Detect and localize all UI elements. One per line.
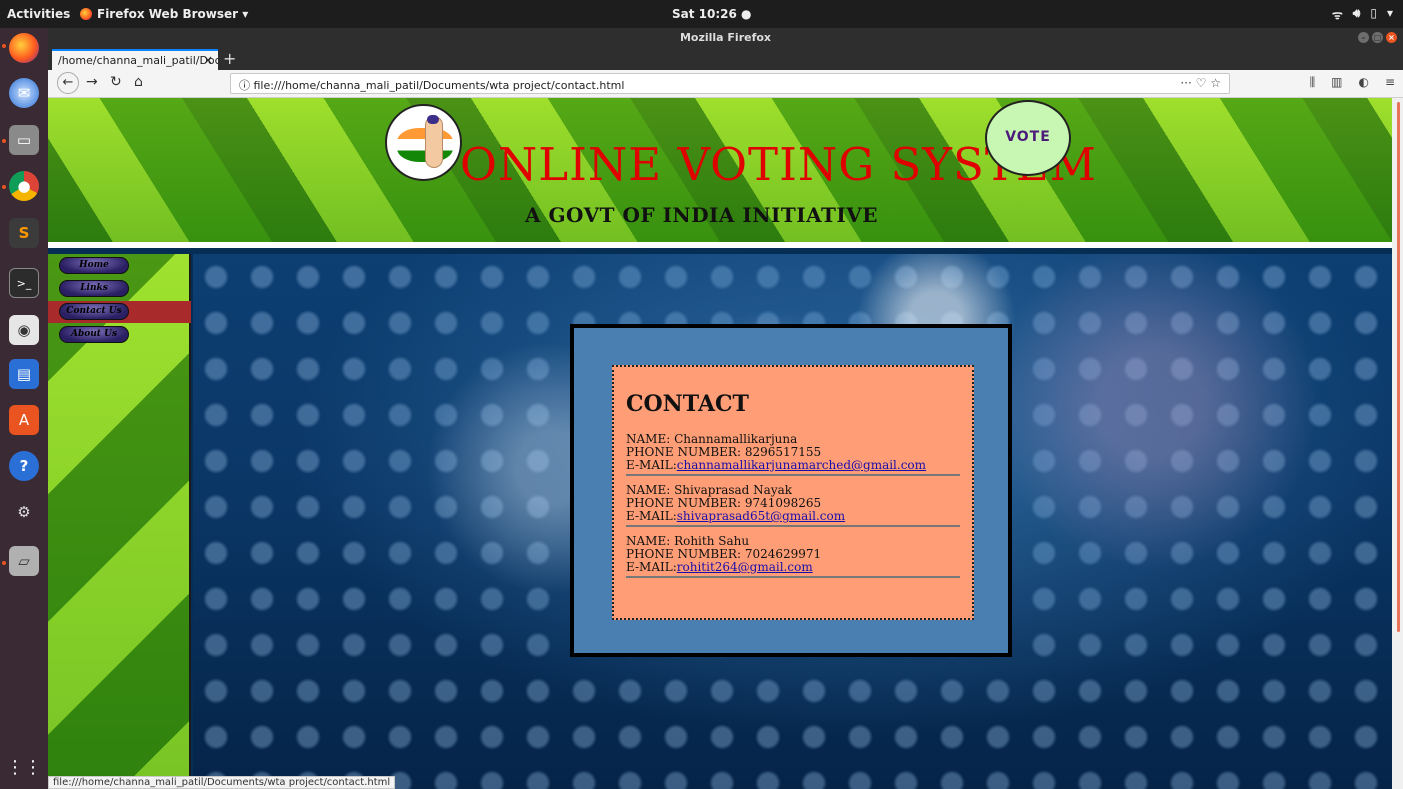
url-bar[interactable]: ⓘ file:///home/channa_mali_patil/Documen… [230,73,1230,94]
menu-caret-icon: ▾ [1386,6,1393,20]
page-actions-icon[interactable]: ··· [1180,76,1191,90]
app-menu-label: Firefox Web Browser ▾ [97,7,249,21]
contact-email-row: E-MAIL:channamallikarjunamarched@gmail.c… [626,459,960,472]
help-launcher-icon[interactable]: ? [9,451,39,481]
link-status-overlay: file:///home/channa_mali_patil/Documents… [48,776,396,789]
email-label: E-MAIL: [626,560,677,574]
contact-heading: CONTACT [626,391,749,417]
contact-email-row: E-MAIL:rohitit264@gmail.com [626,561,960,574]
library-icon[interactable]: ⫼ [1310,75,1316,90]
account-icon[interactable]: ◐ [1358,75,1368,90]
url-text: file:///home/channa_mali_patil/Documents… [253,79,625,92]
email-label: E-MAIL: [626,509,677,523]
site-subtitle: A GOVT OF INDIA INITIATIVE [525,203,879,227]
nav-link-home[interactable]: Home [59,257,129,274]
settings-launcher-icon[interactable]: ⚙ [9,497,39,527]
sidebar-nav: Home Links Contact Us About Us [48,254,191,789]
maximize-button[interactable]: □ [1372,32,1383,43]
email-link[interactable]: shivaprasad65t@gmail.com [677,509,845,523]
contact-email-row: E-MAIL:shivaprasad65t@gmail.com [626,510,960,523]
system-tray[interactable]: ᯤ 🔊︎ ▯ ▾ [1332,6,1393,23]
show-apps-icon[interactable]: ⋮⋮ [6,752,42,782]
sidebar-item-home: Home [48,255,191,277]
hamburger-menu-icon[interactable]: ≡ [1385,75,1395,90]
sidebar-item-links: Links [48,278,191,300]
scrollbar-thumb[interactable] [1397,102,1400,632]
voting-finger-logo [385,104,462,181]
email-link[interactable]: channamallikarjunamarched@gmail.com [677,458,926,472]
clock[interactable]: Sat 10:26 ● [672,7,752,21]
window-titlebar[interactable]: Mozilla Firefox – □ × [48,28,1403,48]
ink-mark-graphic [427,115,439,124]
page-viewport: ONLINE VOTING SYSTEM VOTE A GOVT OF INDI… [48,98,1392,789]
thunderbird-launcher-icon[interactable]: ✉ [9,78,39,108]
tab-close-icon[interactable]: × [203,53,213,67]
running-indicator [2,561,6,565]
running-indicator [2,44,6,48]
sidebar-item-contact: Contact Us [48,301,191,323]
bookmark-star-icon[interactable]: ☆ [1210,76,1221,90]
close-window-button[interactable]: × [1386,32,1397,43]
tab-strip: /home/channa_mali_patil/Docu × + [48,48,1403,70]
tab-title: /home/channa_mali_patil/Docu [58,54,218,67]
sublime-launcher-icon[interactable]: S [9,218,39,248]
firefox-icon [80,8,92,20]
email-link[interactable]: rohitit264@gmail.com [677,560,813,574]
running-indicator [2,185,6,189]
battery-icon: ▯ [1370,6,1377,20]
terminal-launcher-icon[interactable]: >_ [9,268,39,298]
contact-entry: NAME: Channamallikarjuna PHONE NUMBER: 8… [626,433,960,476]
minimize-button[interactable]: – [1358,32,1369,43]
home-button[interactable]: ⌂ [134,74,143,90]
navigation-bar: ← → ↻ ⌂ ⓘ file:///home/channa_mali_patil… [48,70,1403,98]
vote-badge-text: VOTE [1005,129,1051,145]
sidebar-toggle-icon[interactable]: ▥ [1331,75,1342,90]
contact-entry: NAME: Rohith Sahu PHONE NUMBER: 70246299… [626,535,960,578]
window-title: Mozilla Firefox [679,31,772,44]
nav-link-links[interactable]: Links [59,280,129,297]
back-button[interactable]: ← [57,72,79,94]
sidebar-item-about: About Us [48,324,191,346]
disk-launcher-icon[interactable]: ◉ [9,315,39,345]
scanner-launcher-icon[interactable]: ▱ [9,546,39,576]
app-menu[interactable]: Firefox Web Browser ▾ [80,7,248,21]
firefox-window: Mozilla Firefox – □ × /home/channa_mali_… [48,28,1403,789]
dock: ✉ ▭ ● S >_ ◉ ▤ A ? ⚙ ▱ ⋮⋮ [0,28,48,789]
activities-button[interactable]: Activities [7,7,70,21]
new-tab-button[interactable]: + [223,49,236,68]
contact-card: CONTACT NAME: Channamallikarjuna PHONE N… [612,365,974,620]
pocket-icon[interactable]: ♡ [1196,76,1207,90]
firefox-launcher-icon[interactable] [9,33,39,63]
chrome-launcher-icon[interactable]: ● [9,171,39,201]
nav-link-contact[interactable]: Contact Us [59,303,129,320]
volume-icon: 🔊︎ [1352,6,1361,20]
vote-badge-logo: VOTE [985,100,1071,176]
reload-button[interactable]: ↻ [110,74,122,90]
system-top-bar: Activities Firefox Web Browser ▾ Sat 10:… [0,0,1403,28]
page-scrollbar[interactable] [1392,98,1403,789]
contact-entry: NAME: Shivaprasad Nayak PHONE NUMBER: 97… [626,484,960,527]
wifi-icon: ᯤ [1331,8,1343,22]
files-launcher-icon[interactable]: ▭ [9,125,39,155]
running-indicator [2,139,6,143]
software-launcher-icon[interactable]: A [9,405,39,435]
nav-link-about[interactable]: About Us [59,326,129,343]
writer-launcher-icon[interactable]: ▤ [9,359,39,389]
contact-panel: CONTACT NAME: Channamallikarjuna PHONE N… [570,324,1012,657]
forward-button[interactable]: → [86,74,98,90]
tab-contact[interactable]: /home/channa_mali_patil/Docu × [52,49,218,70]
site-header: ONLINE VOTING SYSTEM VOTE A GOVT OF INDI… [48,98,1392,248]
info-icon[interactable]: ⓘ [239,79,250,92]
email-label: E-MAIL: [626,458,677,472]
